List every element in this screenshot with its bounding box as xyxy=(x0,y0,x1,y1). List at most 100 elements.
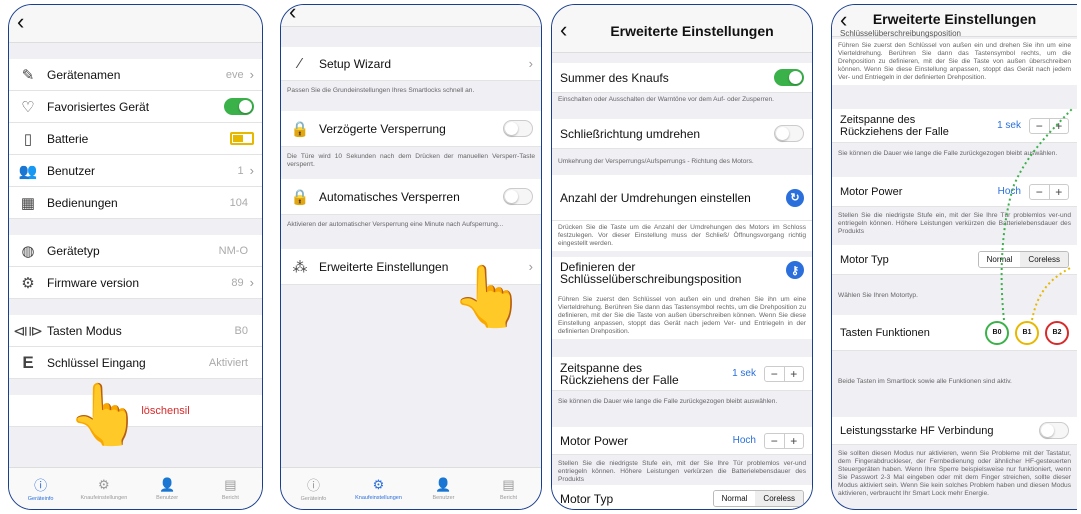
row-tasten-modus: ⧏⧐ Tasten Modus B0 xyxy=(9,315,262,347)
row-label: Schließrichtung umdrehen xyxy=(560,126,701,141)
phone-erweiterte-einstellungen: ‹ Erweiterte Einstellungen Summer des Kna… xyxy=(551,4,813,510)
row-label: Summer des Knaufs xyxy=(560,70,669,85)
auto-desc: Aktivieren der automatischer Versperrung… xyxy=(281,218,541,232)
chevron-right-icon: › xyxy=(249,275,254,290)
tab-knaufeinstellungen[interactable]: ⚙ Knaufeinstellungen xyxy=(72,468,135,509)
e-icon: E xyxy=(22,352,34,372)
minus-button[interactable]: − xyxy=(765,366,785,381)
chevron-right-icon: › xyxy=(528,259,533,274)
row-label: Gerätenamen xyxy=(47,67,121,82)
direction-toggle[interactable] xyxy=(774,125,804,142)
row-label: Definieren der Schlüsselüberschreibungsp… xyxy=(560,260,742,286)
back-icon[interactable]: ‹ xyxy=(289,5,296,25)
info-icon: ⓘ xyxy=(306,478,320,493)
row-label: Motor Typ xyxy=(560,491,614,506)
lock-cylinder-icon: ◍ xyxy=(21,242,35,260)
header: ‹ Erweiterte Einstellungen xyxy=(552,5,812,53)
tab-label: Knaufeinstellungen xyxy=(80,494,128,501)
delay-desc: Die Türe wird 10 Sekunden nach dem Drück… xyxy=(281,150,541,172)
row-label: Erweiterte Einstellungen xyxy=(319,259,449,274)
row-firmware[interactable]: ⚙ Firmware version 89 › xyxy=(9,267,262,299)
row-geraetenamen[interactable]: ✎ Gerätenamen eve › xyxy=(9,59,262,91)
wizard-desc: Passen Sie die Grundeinstellungen Ihres … xyxy=(281,84,541,98)
delay-toggle[interactable] xyxy=(503,120,533,137)
row-label: Firmware version xyxy=(47,275,140,290)
row-label: Schlüsselüberschreibungsposition xyxy=(840,29,961,38)
span-stepper[interactable]: 1 sek − + xyxy=(732,365,804,382)
gear-icon: ⚙ xyxy=(372,476,385,492)
row-label: Motor Power xyxy=(560,433,629,448)
header: ‹ xyxy=(281,5,541,27)
row-setup-wizard[interactable]: ⁄ Setup Wizard › xyxy=(281,47,541,81)
tab-benutzer[interactable]: 👤 Benutzer xyxy=(411,468,476,509)
row-label: Tasten Modus xyxy=(47,323,122,338)
row-label: Verzögerte Versperrung xyxy=(319,121,446,136)
row-verzoegert: 🔒 Verzögerte Versperrung xyxy=(281,111,541,147)
row-value: 104 xyxy=(229,196,248,209)
tab-benutzer[interactable]: 👤 Benutzer xyxy=(136,468,199,509)
chevron-right-icon: › xyxy=(249,163,254,178)
row-value: 1 xyxy=(237,164,244,177)
keypad-icon: ▦ xyxy=(20,194,36,212)
row-summer: Summer des Knaufs xyxy=(552,63,812,93)
key-desc: Führen Sie zuerst den Schlüssel von auße… xyxy=(552,293,812,339)
wand-icon: ⁄ xyxy=(298,55,302,72)
user-icon: 👤 xyxy=(159,476,176,492)
delete-label: löschensil xyxy=(141,404,190,417)
tab-label: Geräteinfo xyxy=(27,496,54,502)
segment-normal[interactable]: Normal xyxy=(713,491,756,506)
row-label: Anzahl der Umdrehungen einstellen xyxy=(560,190,751,205)
pencil-icon: ✎ xyxy=(21,66,35,84)
header: ‹ xyxy=(9,5,262,43)
pointing-hand-icon: 👆 xyxy=(451,263,526,330)
span-desc: Sie können die Dauer wie lange die Falle… xyxy=(552,395,812,409)
summer-toggle[interactable] xyxy=(774,69,804,86)
header: ‹ Erweiterte Einstellungen Schlüsselübers… xyxy=(832,5,1077,38)
user-icon: 👤 xyxy=(435,476,452,492)
motor-type-segment[interactable]: Normal Coreless xyxy=(712,490,804,507)
tab-bericht[interactable]: ▤ Bericht xyxy=(476,468,541,509)
turns-desc: Drücken Sie die Taste um die Anzahl der … xyxy=(552,221,812,251)
row-motor-power: Motor Power Hoch − + xyxy=(552,427,812,455)
battery-device-icon: ▯ xyxy=(23,130,33,148)
refresh-icon[interactable]: ↻ xyxy=(786,188,804,207)
row-label: Batterie xyxy=(47,131,89,146)
plus-button[interactable]: + xyxy=(785,434,804,448)
tab-label: Bericht xyxy=(221,494,239,501)
favorite-toggle[interactable] xyxy=(224,98,254,115)
tab-bar: ⓘ Geräteinfo ⚙ Knaufeinstellungen 👤 Benutze… xyxy=(9,467,262,509)
row-benutzer[interactable]: 👥 Benutzer 1 › xyxy=(9,155,262,187)
power-desc: Stellen Sie die niedrigste Stufe ein, mi… xyxy=(552,457,812,487)
segment-coreless[interactable]: Coreless xyxy=(755,491,803,506)
row-label: Favorisiertes Gerät xyxy=(47,99,150,114)
tab-label: Geräteinfo xyxy=(300,496,327,502)
tab-bericht[interactable]: ▤ Bericht xyxy=(199,468,262,509)
power-stepper[interactable]: Hoch − + xyxy=(733,432,804,449)
tab-bar: ⓘ Geräteinfo ⚙ Knaufeinstellungen 👤 Benutze… xyxy=(281,467,541,509)
tab-geraeteinfo[interactable]: ⓘ Geräteinfo xyxy=(281,468,346,509)
key-icon[interactable]: ⚷ xyxy=(786,261,804,279)
tab-label: Bericht xyxy=(499,494,518,501)
row-value: NM-O xyxy=(218,244,248,257)
battery-icon xyxy=(230,132,254,145)
chevron-right-icon: › xyxy=(249,67,254,82)
minus-button[interactable]: − xyxy=(765,433,785,448)
plus-button[interactable]: + xyxy=(785,367,804,381)
tab-geraeteinfo[interactable]: ⓘ Geräteinfo xyxy=(9,468,72,509)
auto-toggle[interactable] xyxy=(503,188,533,205)
lock-auto-icon: 🔒 xyxy=(290,188,310,206)
row-value: B0 xyxy=(234,324,248,337)
summer-desc: Einschalten oder Ausschalten der Warntön… xyxy=(552,93,812,107)
page-title: Erweiterte Einstellungen xyxy=(872,11,1037,27)
tab-knaufeinstellungen[interactable]: ⚙ Knaufeinstellungen xyxy=(346,468,411,509)
report-icon: ▤ xyxy=(224,476,237,492)
row-auto: 🔒 Automatisches Versperren xyxy=(281,179,541,215)
arrows-icon: ⧏⧐ xyxy=(13,322,43,340)
lock-delay-icon: 🔒 xyxy=(290,120,310,138)
info-icon: ⓘ xyxy=(34,478,48,493)
chevron-right-icon: › xyxy=(528,56,533,71)
row-umdrehungen: Anzahl der Umdrehungen einstellen ↻ xyxy=(552,175,812,221)
back-icon[interactable]: ‹ xyxy=(17,9,24,35)
row-bedienungen: ▦ Bedienungen 104 xyxy=(9,187,262,219)
row-geraetetyp: ◍ Gerätetyp NM-O xyxy=(9,235,262,267)
